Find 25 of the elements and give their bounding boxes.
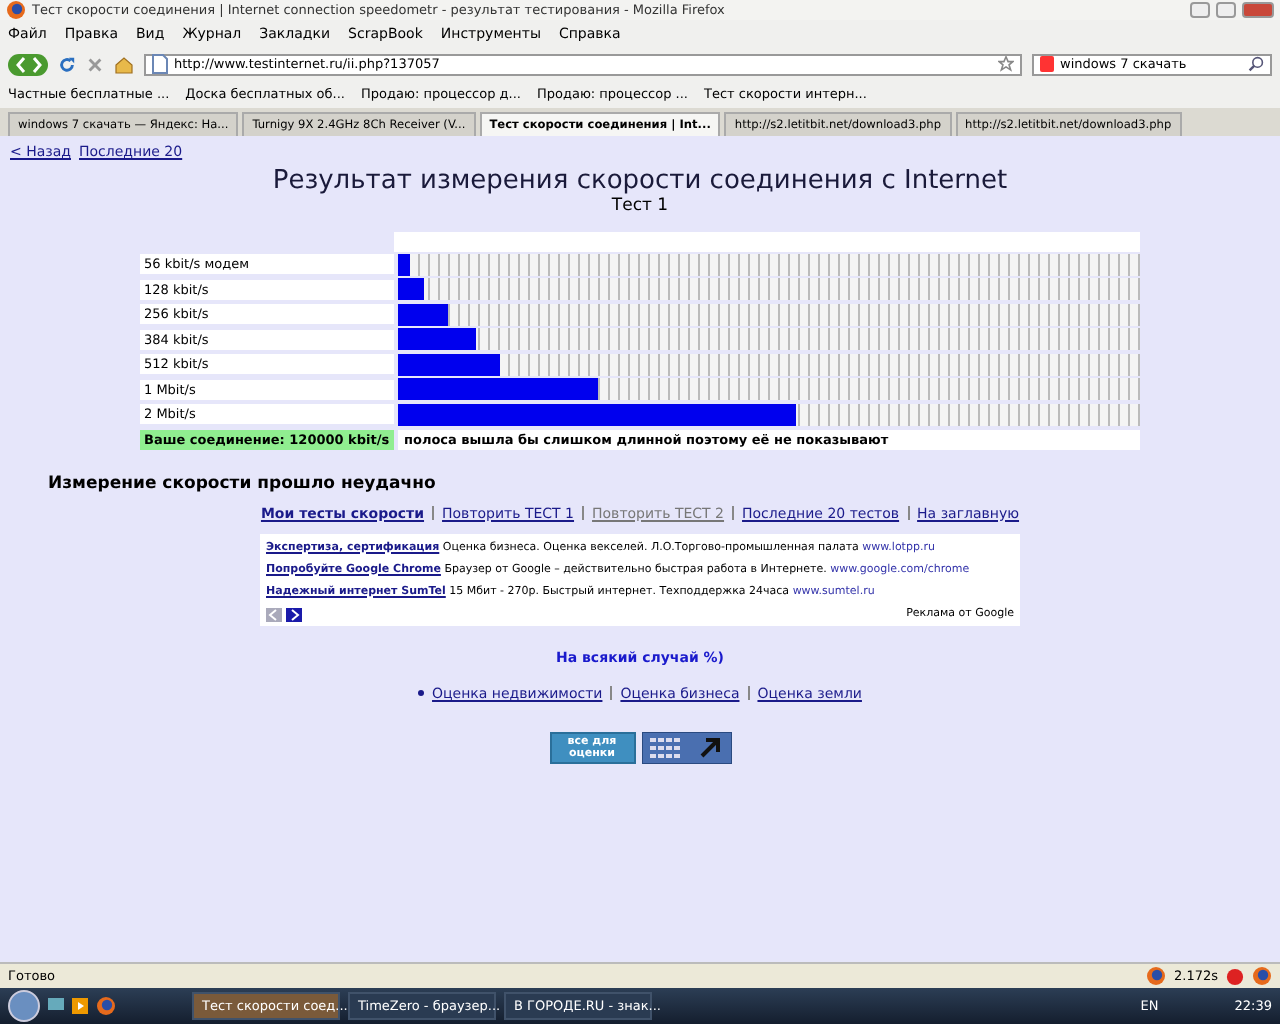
start-button[interactable] [8,990,40,1022]
browser-logo-icon [6,0,26,20]
status-message: Измерение скорости прошло неудачно [48,473,438,493]
search-engine-icon [1040,56,1054,72]
stop-icon[interactable] [86,55,104,73]
back-forward-button[interactable] [8,53,48,75]
extension-icon [1252,966,1272,986]
next-arrow-icon[interactable] [286,607,302,621]
browser-icon [96,996,116,1016]
test-label: Тест 1 [609,196,671,216]
maximize-button[interactable] [1216,2,1236,18]
page-icon [152,54,168,74]
reload-icon[interactable] [58,55,76,73]
addon-icon [1146,966,1166,986]
minimize-button[interactable] [1190,2,1210,18]
desktop-icon[interactable] [48,998,64,1014]
media-player-icon[interactable] [72,998,88,1014]
page-heading: Результат измерения скорости соединения с Internet [270,166,1010,196]
close-button[interactable] [1242,2,1274,18]
stop-sign-icon [1226,967,1244,985]
search-icon[interactable] [1248,56,1264,72]
counter-banner-icon[interactable] [641,731,731,763]
bullet-icon [418,690,425,696]
home-icon[interactable] [114,55,134,73]
star-icon[interactable] [998,56,1014,72]
